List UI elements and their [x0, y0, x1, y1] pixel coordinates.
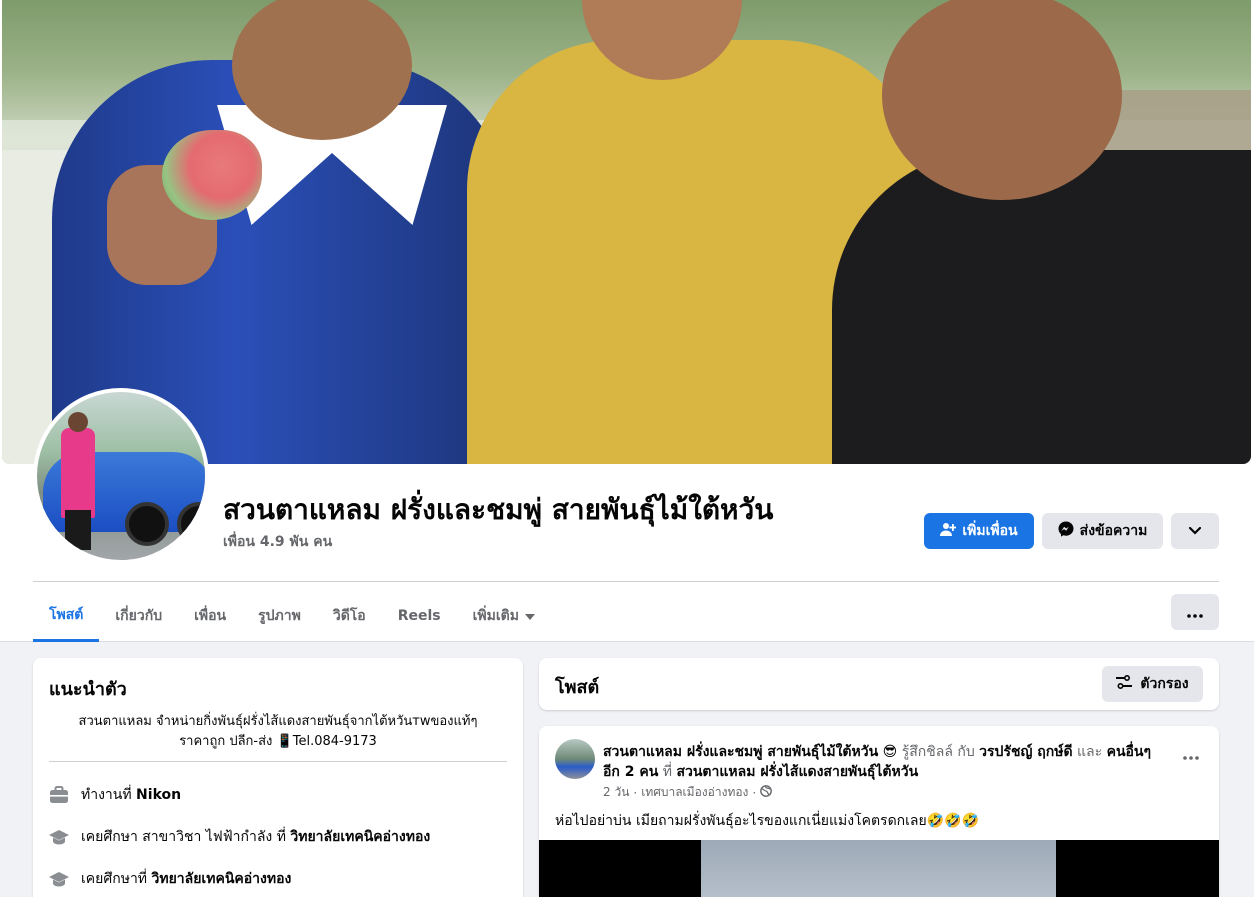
graduation-cap-icon: [49, 827, 69, 847]
tab-more-label: เพิ่มเติม: [472, 608, 519, 624]
intro-education: เคยศึกษา สาขาวิชา ไฟฟ้ากำลัง ที่ วิทยาลั…: [49, 826, 430, 848]
tab-videos[interactable]: วิดีโอ: [317, 590, 382, 642]
add-friend-button[interactable]: เพิ่มเพื่อน: [924, 513, 1034, 549]
post-text: ห่อไปอย่าบ่น เมียถามฝรั่งพันธุ์อะไรของแก…: [555, 813, 980, 829]
add-friend-label: เพิ่มเพื่อน: [962, 523, 1018, 539]
post-header: สวนตาแหลม ฝรั่งและชมพู่ สายพันธุ์ไม้ใต้ห…: [603, 742, 1163, 782]
intro-edu-prefix: เคยศึกษาที่: [81, 871, 148, 887]
header-divider: [33, 581, 1219, 582]
intro-bio-line: ราคาถูก ปลีก-ส่ง 📱Tel.084-9173: [179, 734, 377, 749]
message-label: ส่งข้อความ: [1079, 523, 1148, 539]
post-photo[interactable]: [539, 840, 1219, 897]
add-friend-icon: [940, 521, 957, 541]
intro-divider: [49, 761, 507, 762]
intro-title: แนะนำตัว: [49, 679, 127, 700]
intro-bio-line: สวนตาแหลม จำหน่ายกิ่งพันธุ์ฝรั่งไส้แดงสา…: [78, 714, 478, 729]
intro-bio: สวนตาแหลม จำหน่ายกิ่งพันธุ์ฝรั่งไส้แดงสา…: [49, 712, 507, 752]
intro-work-prefix: ทำงานที่: [81, 787, 132, 803]
post-card: สวนตาแหลม ฝรั่งและชมพู่ สายพันธุ์ไม้ใต้ห…: [539, 726, 1219, 897]
avatar-person: [61, 428, 95, 518]
profile-options-button[interactable]: [1171, 513, 1219, 549]
avatar-wheel: [177, 502, 205, 546]
feeling-emoji-icon: 😎: [882, 744, 898, 760]
more-dots-icon: [1187, 602, 1203, 623]
posts-header-card: โพสต์ ตัวกรอง: [539, 658, 1219, 710]
graduation-cap-icon: [49, 869, 69, 889]
post-photo-content: [701, 840, 1056, 897]
avatar-person-head: [68, 412, 88, 432]
message-button[interactable]: ส่งข้อความ: [1042, 513, 1163, 549]
separator-dot: ·: [633, 785, 638, 800]
intro-edu-prefix: เคยศึกษา สาขาวิชา ไฟฟ้ากำลัง ที่: [81, 829, 286, 845]
tab-photos[interactable]: รูปภาพ: [242, 590, 317, 642]
post-location[interactable]: เทศบาลเมืองอ่างทอง: [641, 783, 748, 802]
globe-icon: [760, 785, 773, 800]
filter-label: ตัวกรอง: [1140, 676, 1189, 692]
filter-button[interactable]: ตัวกรอง: [1102, 666, 1203, 702]
briefcase-icon: [49, 785, 69, 805]
cover-guava: [162, 130, 262, 220]
cover-person-right: [832, 150, 1251, 464]
cover-photo[interactable]: [2, 0, 1251, 464]
post-tagged-user[interactable]: วรปรัชญ์ ฤกษ์ดี: [979, 744, 1072, 760]
avatar-wheel: [125, 502, 169, 546]
profile-name: สวนตาแหลม ฝรั่งและชมพู่ สายพันธุ์ไม้ใต้ห…: [223, 493, 774, 526]
profile-avatar[interactable]: [33, 388, 209, 564]
messenger-icon: [1058, 521, 1074, 541]
intro-card: แนะนำตัว สวนตาแหลม จำหน่ายกิ่งพันธุ์ฝรั่…: [33, 658, 523, 897]
post-meta: 2 วัน · เทศบาลเมืองอ่างทอง ·: [603, 783, 773, 802]
separator-dot: ·: [752, 785, 757, 800]
intro-work: ทำงานที่ Nikon: [49, 784, 181, 806]
more-options-button[interactable]: [1171, 594, 1219, 630]
intro-education: เคยศึกษาที่ วิทยาลัยเทคนิคอ่างทอง: [49, 868, 291, 890]
caret-down-icon: [524, 608, 535, 624]
post-author-avatar[interactable]: [555, 739, 595, 779]
post-feeling: รู้สึกชิลล์ กับ: [901, 744, 975, 760]
post-options-button[interactable]: [1183, 744, 1199, 765]
tab-posts[interactable]: โพสต์: [33, 590, 100, 642]
profile-tabs: โพสต์ เกี่ยวกับ เพื่อน รูปภาพ วิดีโอ Ree…: [33, 590, 551, 642]
tab-reels[interactable]: Reels: [382, 590, 457, 642]
post-at: ที่: [662, 764, 672, 780]
chevron-down-icon: [1188, 523, 1202, 539]
post-author-name[interactable]: สวนตาแหลม ฝรั่งและชมพู่ สายพันธุ์ไม้ใต้ห…: [603, 744, 878, 760]
tab-friends[interactable]: เพื่อน: [178, 590, 242, 642]
intro-edu-place[interactable]: วิทยาลัยเทคนิคอ่างทอง: [290, 829, 430, 845]
posts-title: โพสต์: [555, 677, 600, 698]
tab-about[interactable]: เกี่ยวกับ: [99, 590, 178, 642]
friends-count[interactable]: เพื่อน 4.9 พัน คน: [223, 531, 332, 553]
intro-work-place[interactable]: Nikon: [136, 787, 181, 803]
filter-icon: [1116, 674, 1133, 693]
more-dots-icon: [1183, 756, 1199, 760]
post-time[interactable]: 2 วัน: [603, 783, 629, 802]
tab-more[interactable]: เพิ่มเติม: [457, 590, 551, 642]
intro-edu-place[interactable]: วิทยาลัยเทคนิคอ่างทอง: [152, 871, 292, 887]
avatar-person-legs: [65, 510, 91, 550]
post-and: และ: [1077, 744, 1103, 760]
post-place-link[interactable]: สวนตาแหลม ฝรั่งไส้แดงสายพันธุ์ไต้หวัน: [676, 764, 918, 780]
